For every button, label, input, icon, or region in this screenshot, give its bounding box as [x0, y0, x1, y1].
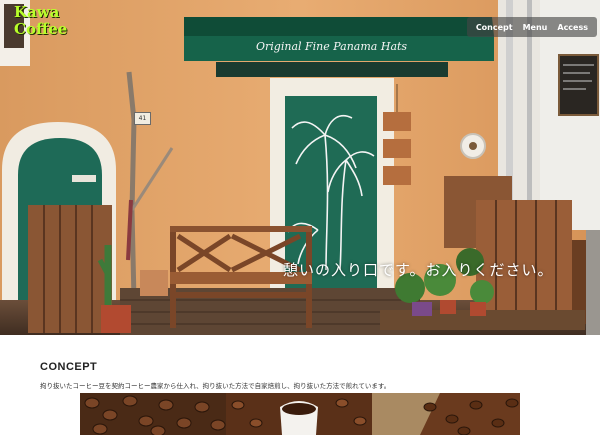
brand-logo[interactable]: Kawa Coffee	[14, 4, 67, 38]
coffee-images	[80, 393, 520, 435]
hero-caption: 憩いの入り口です。お入りください。	[283, 261, 554, 279]
concept-title: CONCEPT	[40, 361, 98, 373]
nav-item-menu[interactable]: Menu	[518, 23, 553, 32]
awning-sign-text: Original Fine Panama Hats	[256, 40, 408, 53]
brand-line2: Coffee	[14, 20, 68, 38]
house-number-plate: 41	[134, 112, 151, 125]
concept-image-strip	[80, 393, 520, 435]
concept-section: CONCEPT 拘り抜いたコーヒー豆を契約コーヒー農家から仕入れ、拘り抜いた方法…	[0, 335, 600, 435]
nav-item-concept[interactable]: Concept	[471, 23, 518, 32]
coffee-cup-icon	[280, 401, 318, 435]
concept-text: 拘り抜いたコーヒー豆を契約コーヒー農家から仕入れ、拘り抜いた方法で自家焙煎し、拘…	[40, 382, 391, 390]
main-nav: Concept Menu Access	[466, 17, 597, 37]
brand-line1: Kawa	[14, 3, 60, 21]
nav-item-access[interactable]: Access	[552, 23, 593, 32]
hero-image: Kawa Coffee Concept Menu Access Original…	[0, 0, 600, 335]
